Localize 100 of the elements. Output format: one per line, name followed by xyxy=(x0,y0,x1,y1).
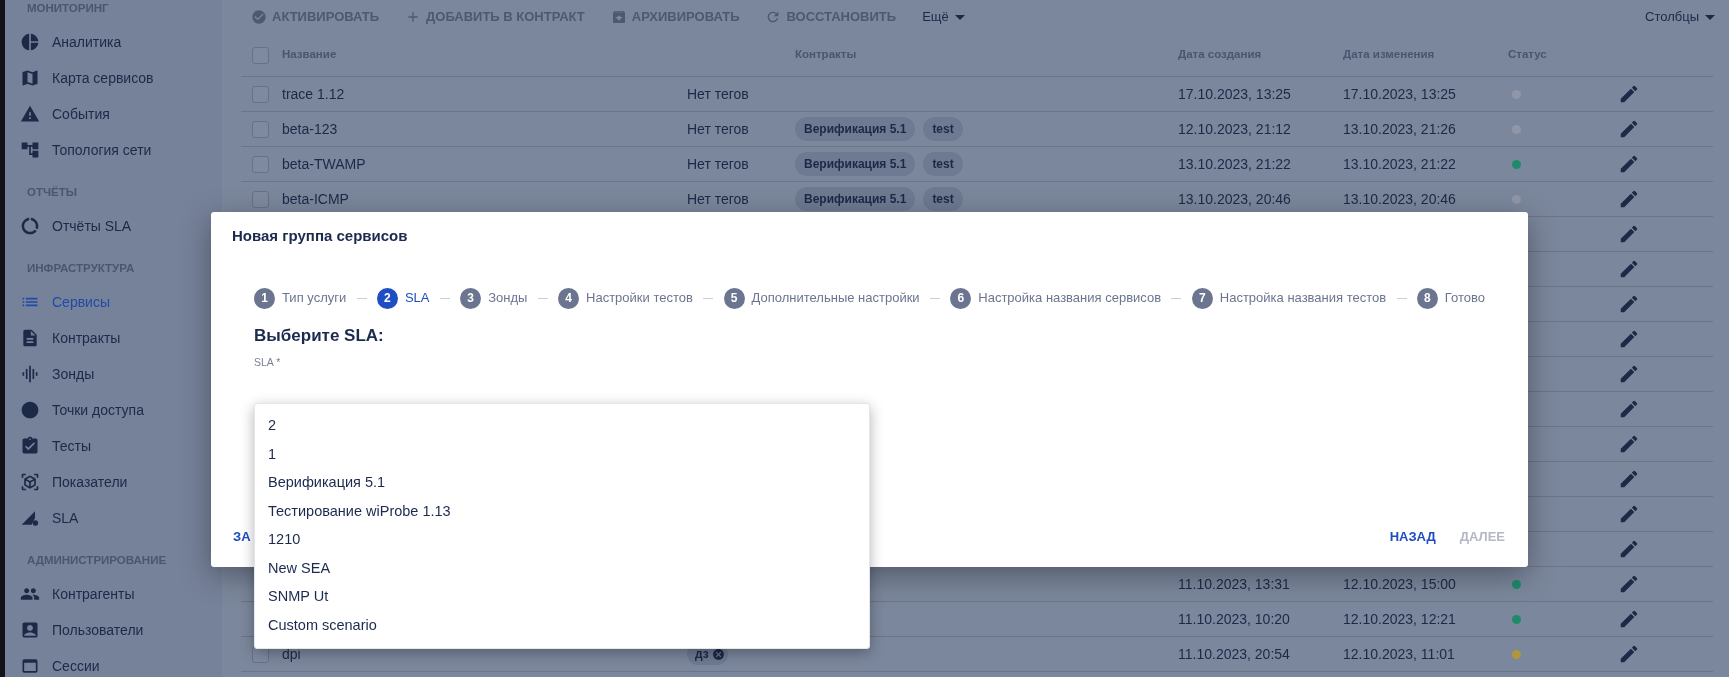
created-date: 13.10.2023, 20:46 xyxy=(1178,190,1291,207)
nav-item[interactable]: Сессии xyxy=(5,648,222,677)
document-icon xyxy=(20,328,40,348)
checkbox[interactable] xyxy=(252,46,269,64)
edit-icon[interactable] xyxy=(1618,293,1640,315)
nav-item[interactable]: Зонды xyxy=(5,356,222,392)
step-label: Настройка названия тестов xyxy=(1219,289,1387,308)
nav-item[interactable]: Отчёты SLA xyxy=(5,208,222,244)
checkbox[interactable] xyxy=(252,120,269,138)
no-tags-label: Нет тегов xyxy=(687,189,749,209)
field-label: SLA * xyxy=(254,355,282,370)
nav-item[interactable]: Аналитика xyxy=(5,24,222,60)
step-label: Зонды xyxy=(488,289,528,308)
edit-icon[interactable] xyxy=(1618,433,1640,455)
edit-icon[interactable] xyxy=(1618,398,1640,420)
service-name: beta-123 xyxy=(282,120,338,137)
menu-option[interactable]: 2 xyxy=(255,412,869,441)
columns-dropdown[interactable]: Столбцы xyxy=(1645,7,1715,27)
no-tags-label: Нет тегов xyxy=(687,154,749,174)
step-number: 2 xyxy=(376,287,398,309)
step-label: Настройка названия сервисов xyxy=(978,289,1162,308)
modified-date: 13.10.2023, 20:46 xyxy=(1343,190,1456,207)
step-number: 8 xyxy=(1416,287,1438,309)
step-number: 1 xyxy=(254,287,275,309)
remove-icon[interactable] xyxy=(711,647,725,661)
step-number: 7 xyxy=(1191,287,1213,309)
window-icon xyxy=(20,656,40,676)
service-name: dpi xyxy=(282,645,301,662)
step-label: Готово xyxy=(1444,289,1485,308)
close-button[interactable]: ЗА xyxy=(231,521,253,553)
modified-date: 17.10.2023, 13:25 xyxy=(1343,85,1456,102)
checkbox[interactable] xyxy=(252,155,269,173)
nav-item[interactable]: События xyxy=(5,96,222,132)
service-name: trace 1.12 xyxy=(282,85,345,102)
edit-icon[interactable] xyxy=(1618,188,1640,210)
more-dropdown[interactable]: Ещё xyxy=(922,7,965,27)
created-date: 11.10.2023, 10:20 xyxy=(1178,610,1290,627)
step-number: 5 xyxy=(723,287,745,309)
step-label: Дополнительные настройки xyxy=(751,289,920,308)
created-date: 11.10.2023, 20:54 xyxy=(1178,645,1290,662)
nav-item[interactable]: Пользователи xyxy=(5,612,222,648)
edit-icon[interactable] xyxy=(1618,608,1640,630)
nav-item[interactable]: Тесты xyxy=(5,428,222,464)
checkbox[interactable] xyxy=(252,85,269,103)
nav-item[interactable]: Сервисы xyxy=(5,284,222,320)
step-label: SLA xyxy=(404,289,430,308)
archive-icon xyxy=(610,9,627,25)
edit-icon[interactable] xyxy=(1618,223,1640,245)
step-label: Тип услуги xyxy=(282,289,347,308)
dialog-title: Новая группа сервисов xyxy=(232,226,408,247)
nav-item[interactable]: Показатели xyxy=(5,464,222,500)
menu-option[interactable]: New SEA xyxy=(255,554,869,583)
created-date: 12.10.2023, 21:12 xyxy=(1178,120,1291,137)
warning-icon xyxy=(20,104,40,124)
edit-icon[interactable] xyxy=(1618,573,1640,595)
created-date: 13.10.2023, 21:22 xyxy=(1178,155,1291,172)
created-date: 11.10.2023, 13:31 xyxy=(1178,575,1290,592)
edit-icon[interactable] xyxy=(1618,153,1640,175)
edit-icon[interactable] xyxy=(1618,503,1640,525)
caret-icon xyxy=(954,14,965,20)
sound-bars-icon xyxy=(20,364,40,384)
contract-tag: Верификация 5.1 xyxy=(795,152,916,176)
edit-icon[interactable] xyxy=(1618,538,1640,560)
nav-item[interactable]: SLA xyxy=(5,500,222,536)
menu-option[interactable]: 1 xyxy=(255,440,869,469)
tree-icon xyxy=(20,140,40,160)
created-date: 17.10.2023, 13:25 xyxy=(1178,85,1291,102)
menu-option[interactable]: Верификация 5.1 xyxy=(255,469,869,498)
service-name: beta-ICMP xyxy=(282,190,349,207)
nav-item[interactable]: Контрагенты xyxy=(5,576,222,612)
menu-option[interactable]: Тестирование wiProbe 1.13 xyxy=(255,497,869,526)
nav-item[interactable]: Топология сети xyxy=(5,132,222,168)
modified-date: 13.10.2023, 21:26 xyxy=(1343,120,1456,137)
caret-icon xyxy=(1705,14,1715,20)
cube-icon xyxy=(20,472,40,492)
edit-icon[interactable] xyxy=(1618,83,1640,105)
menu-option[interactable]: 1210 xyxy=(255,526,869,555)
edit-icon[interactable] xyxy=(1618,468,1640,490)
pie-chart-icon xyxy=(20,32,40,52)
contract-tag: test xyxy=(923,117,963,141)
step-number: 6 xyxy=(950,287,972,309)
menu-option[interactable]: SNMP Ut xyxy=(255,583,869,612)
circle-icon xyxy=(20,400,40,420)
checkbox[interactable] xyxy=(252,190,269,208)
edit-icon[interactable] xyxy=(1618,118,1640,140)
menu-option[interactable]: Custom scenario xyxy=(255,611,869,640)
clipboard-check-icon xyxy=(20,436,40,456)
nav-item[interactable]: Точки доступа xyxy=(5,392,222,428)
edit-icon[interactable] xyxy=(1618,328,1640,350)
edit-icon[interactable] xyxy=(1618,643,1640,665)
edit-icon[interactable] xyxy=(1618,363,1640,385)
contract-tag: test xyxy=(923,187,963,211)
service-name: beta-TWAMP xyxy=(282,155,366,172)
edit-icon[interactable] xyxy=(1618,258,1640,280)
no-tags-label: Нет тегов xyxy=(687,119,749,139)
section-heading: Выберите SLA: xyxy=(254,325,385,347)
dialog-button[interactable]: НАЗАД xyxy=(1383,521,1442,553)
nav-item[interactable]: Карта сервисов xyxy=(5,60,222,96)
contract-tag: test xyxy=(923,152,963,176)
nav-item[interactable]: Контракты xyxy=(5,320,222,356)
